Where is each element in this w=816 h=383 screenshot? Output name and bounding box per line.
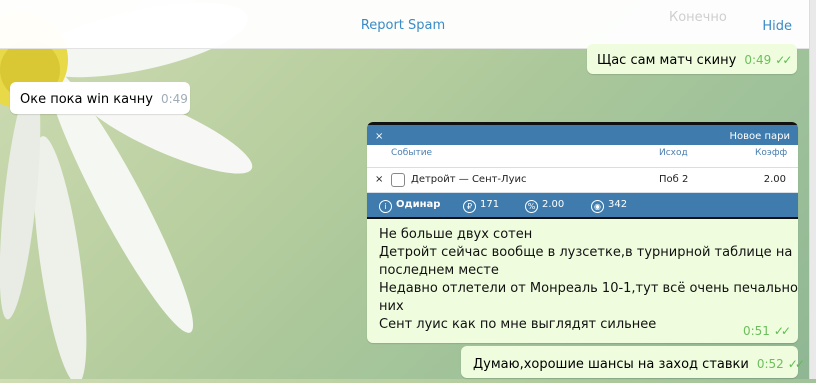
hide-button[interactable]: Hide — [762, 0, 792, 48]
bet-stake: 171 — [480, 199, 500, 210]
double-check-icon: ✓✓ — [787, 357, 805, 371]
column-outcome: Исход — [659, 148, 688, 158]
report-spam-button[interactable]: Report Spam — [0, 0, 806, 48]
message-line: Детройт сейчас вообще в лузсетке,в турни… — [379, 245, 793, 260]
double-check-icon: ✓✓ — [775, 53, 792, 67]
bet-outcome: Поб 2 — [659, 174, 689, 185]
message-line: Недавно отлетели от Монреаль 10-1,тут вс… — [379, 281, 798, 296]
remove-icon: × — [375, 174, 384, 185]
message-line: них — [379, 299, 404, 314]
bet-coef: 2.00 — [763, 174, 786, 185]
message-bubble-outgoing[interactable]: Щас сам матч скину 0:49 ✓✓ — [587, 44, 797, 74]
message-line: Не больше двух сотен — [379, 227, 533, 242]
bet-slip-columns: Событие Исход Коэфф — [367, 148, 798, 166]
coefficient-icon: % — [525, 200, 538, 213]
bet-slip-row: × Детройт — Сент-Луис Поб 2 2.00 — [367, 167, 798, 193]
bet-slip-footer: i Одинар ₽171 % 2.00 ◉ 342 — [367, 193, 798, 217]
bet-slip-title: Новое пари — [729, 131, 791, 142]
column-event: Событие — [391, 148, 433, 158]
close-icon: × — [375, 131, 384, 142]
message-text: Думаю,хорошие шансы на заход ставки — [473, 357, 749, 372]
message-time: 0:49 — [160, 92, 188, 106]
bet-event: Детройт — Сент-Луис — [411, 174, 527, 185]
wallpaper-flower — [0, 2, 253, 379]
bet-total-coef: 2.00 — [542, 199, 565, 210]
message-bubble-outgoing[interactable]: Думаю,хорошие шансы на заход ставки 0:52 ✓… — [461, 346, 805, 378]
bet-slip-header: × Новое пари — [367, 125, 798, 145]
payout-icon: ◉ — [591, 200, 604, 213]
hockey-icon — [391, 173, 405, 187]
top-bar: Конечно Report Spam Hide — [0, 0, 816, 49]
message-text: Не больше двух сотен Детройт сейчас вооб… — [379, 226, 798, 334]
ruble-icon: ₽ — [463, 200, 476, 213]
message-time: 0:51 — [742, 324, 770, 338]
message-time: 0:49 — [744, 53, 772, 67]
bet-slip-image[interactable]: × Новое пари Событие Исход Коэфф × Детро… — [367, 122, 798, 219]
column-coef: Коэфф — [755, 148, 788, 158]
info-icon: i — [379, 200, 392, 213]
scrollbar[interactable] — [809, 0, 816, 379]
bet-payout: 342 — [608, 199, 628, 210]
message-time: 0:52 — [756, 357, 784, 371]
message-with-image[interactable]: × Новое пари Событие Исход Коэфф × Детро… — [367, 122, 798, 343]
bet-mode: Одинар — [396, 199, 441, 210]
message-bubble-incoming[interactable]: Оке пока win качну 0:49 — [10, 82, 190, 114]
message-line: Сент луис как по мне выглядят сильнее — [379, 317, 657, 332]
message-meta: 0:51 ✓✓ — [735, 324, 791, 339]
message-line: последнем месте — [379, 263, 499, 278]
message-text: Оке пока win качну — [20, 92, 153, 107]
message-text: Щас сам матч скину — [597, 53, 737, 68]
double-check-icon: ✓✓ — [773, 324, 791, 338]
